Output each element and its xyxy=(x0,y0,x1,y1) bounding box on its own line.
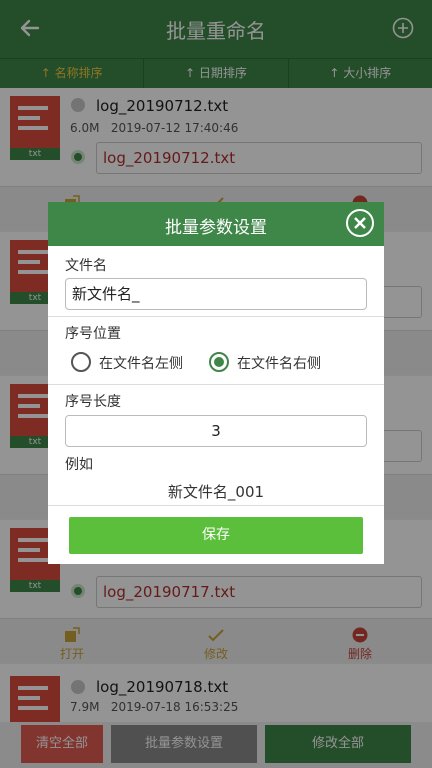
position-left-radio[interactable] xyxy=(71,352,91,372)
length-input[interactable]: 3 xyxy=(65,415,367,447)
divider xyxy=(48,384,384,385)
length-label: 序号长度 xyxy=(65,394,121,410)
save-button[interactable]: 保存 xyxy=(69,517,363,554)
position-left-label[interactable]: 在文件名左侧 xyxy=(99,353,183,373)
position-right-label[interactable]: 在文件名右侧 xyxy=(237,353,321,373)
filename-input[interactable]: 新文件名_ xyxy=(65,278,367,310)
divider xyxy=(48,316,384,317)
batch-settings-dialog: 批量参数设置 文件名 新文件名_ 序号位置 在文件名左侧 在文件名右侧 序号长度… xyxy=(48,202,384,564)
position-label: 序号位置 xyxy=(65,326,121,342)
example-value: 新文件名_001 xyxy=(167,483,265,501)
example-label: 例如 xyxy=(65,457,93,473)
close-icon[interactable] xyxy=(346,209,374,237)
position-right-radio[interactable] xyxy=(209,352,229,372)
divider xyxy=(48,505,384,506)
dialog-title: 批量参数设置 xyxy=(165,218,267,238)
filename-label: 文件名 xyxy=(65,258,107,274)
dialog-header: 批量参数设置 xyxy=(48,202,384,246)
